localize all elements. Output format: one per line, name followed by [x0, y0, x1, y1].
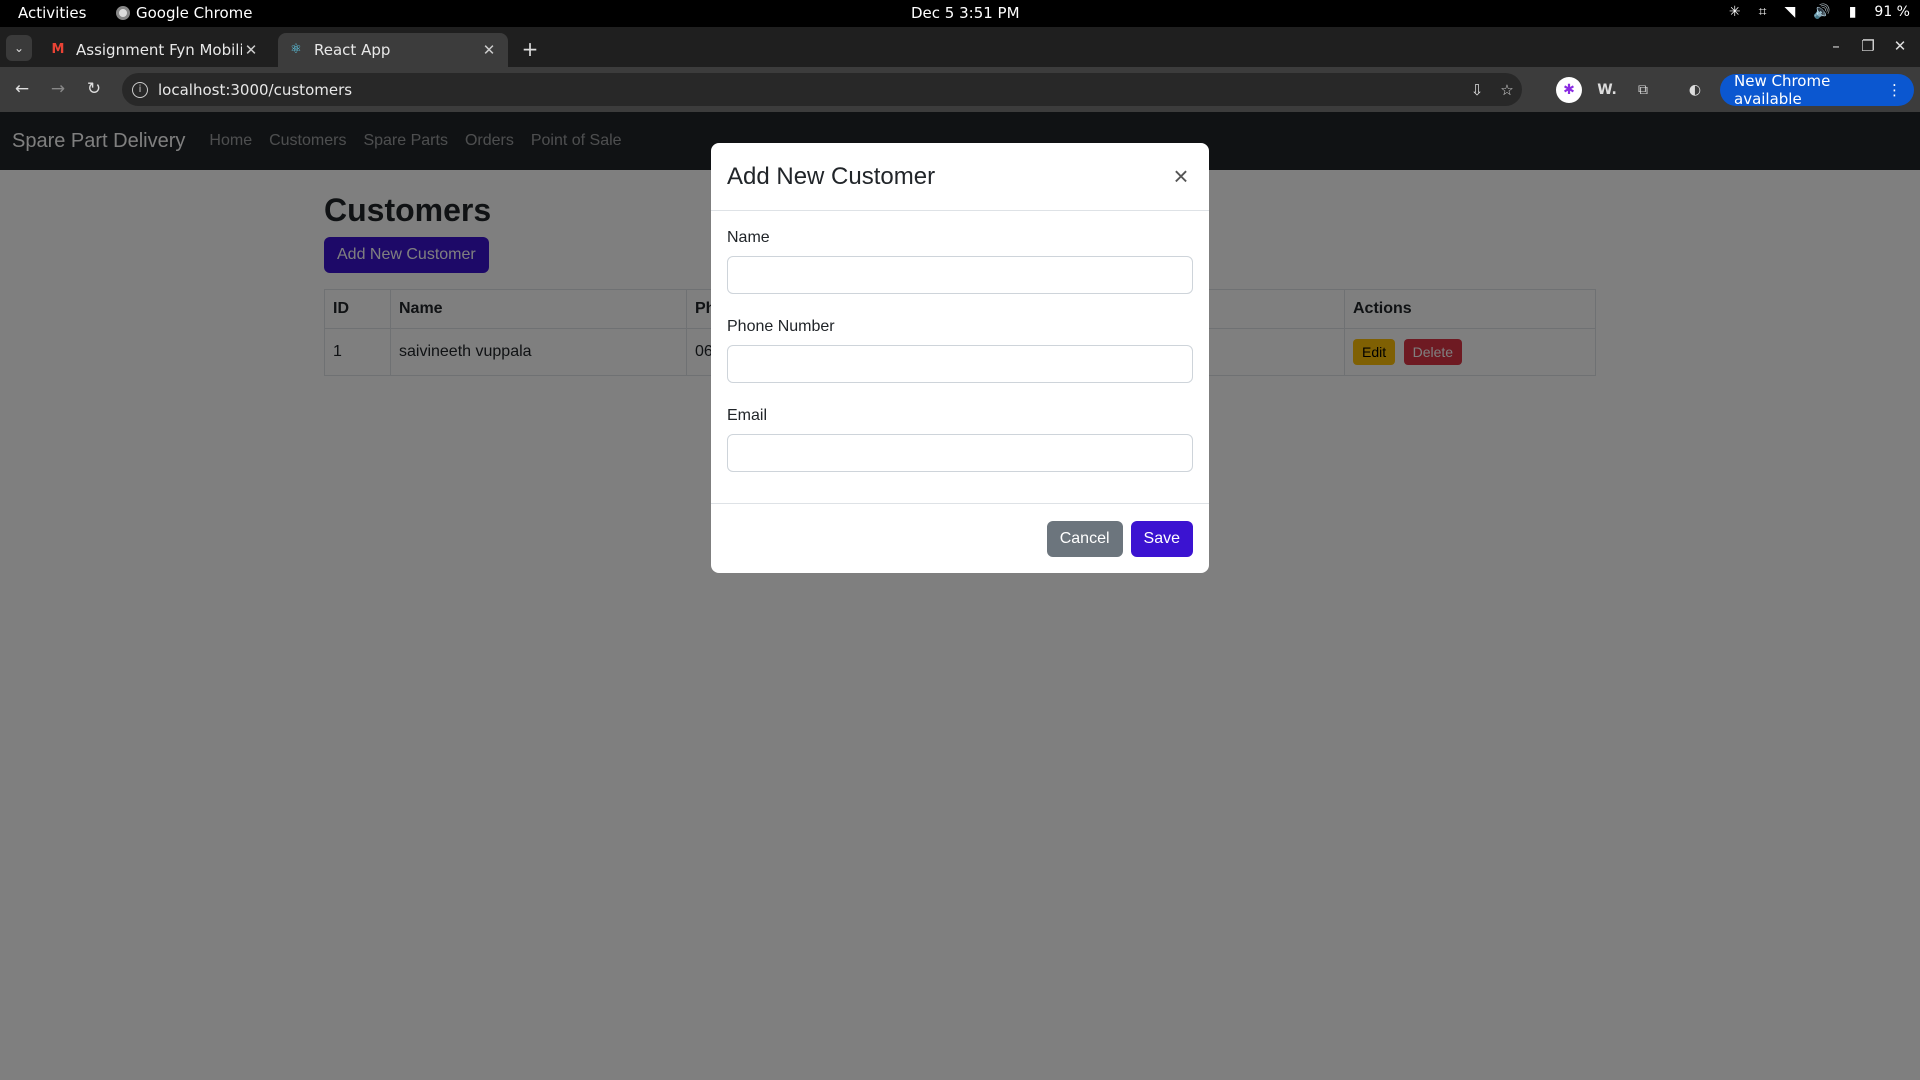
update-label: New Chrome available	[1734, 72, 1831, 108]
app-menu[interactable]: Google Chrome	[116, 4, 253, 22]
system-top-bar: Activities Google Chrome Dec 5 3:51 PM ✳…	[0, 0, 1920, 27]
site-info-icon[interactable]: i	[132, 81, 148, 98]
phone-label: Phone Number	[727, 318, 835, 335]
modal-body: Name Phone Number Email	[711, 211, 1209, 503]
close-icon[interactable]: ✕	[480, 41, 498, 59]
tab-assignment[interactable]: M Assignment Fyn Mobility ✕	[40, 33, 270, 67]
app-name: Google Chrome	[136, 4, 253, 22]
new-tab-icon[interactable]: +	[520, 37, 540, 61]
cancel-button[interactable]: Cancel	[1046, 520, 1123, 557]
extensions-puzzle-icon[interactable]: ⧉	[1630, 77, 1656, 103]
page-viewport: Spare Part Delivery Home Customers Spare…	[0, 112, 1920, 1080]
browser-toolbar: ← → ↻ i localhost:3000/customers ⇩ ☆ ✱ W…	[0, 67, 1920, 112]
tab-title: React App	[314, 41, 391, 59]
clock[interactable]: Dec 5 3:51 PM	[911, 4, 1020, 22]
tab-title: Assignment Fyn Mobility	[76, 41, 242, 59]
slack-icon[interactable]: ⌗	[1759, 4, 1767, 20]
volume-icon[interactable]: 🔊	[1813, 4, 1830, 20]
email-field[interactable]	[727, 434, 1193, 472]
add-customer-modal: Add New Customer × Name Phone Number Ema…	[711, 143, 1209, 573]
restore-icon[interactable]: ❐	[1858, 37, 1878, 55]
bookmark-star-icon[interactable]: ☆	[1492, 81, 1522, 99]
modal-header: Add New Customer ×	[711, 143, 1209, 211]
name-label: Name	[727, 229, 770, 246]
chrome-update-button[interactable]: New Chrome available ⋮	[1720, 72, 1914, 108]
close-window-icon[interactable]: ✕	[1890, 37, 1910, 55]
phone-field[interactable]	[727, 345, 1193, 383]
gmail-icon: M	[51, 42, 65, 57]
tab-react-app[interactable]: ⚛ React App ✕	[278, 33, 508, 67]
address-bar[interactable]: i localhost:3000/customers ⇩ ☆	[122, 73, 1522, 106]
name-field[interactable]	[727, 256, 1193, 294]
extension-w-icon[interactable]: W.	[1594, 77, 1620, 103]
extension-purple-icon[interactable]: ✱	[1556, 77, 1582, 103]
close-icon[interactable]: ×	[1169, 163, 1193, 189]
reload-icon[interactable]: ↻	[82, 77, 106, 101]
battery-percent: 91 %	[1874, 4, 1910, 20]
wifi-icon[interactable]: ◥	[1784, 4, 1795, 20]
email-label: Email	[727, 407, 768, 424]
tab-strip: ⌄ M Assignment Fyn Mobility ✕ ⚛ React Ap…	[0, 27, 1920, 67]
modal-footer: Cancel Save	[711, 503, 1209, 573]
chrome-icon	[116, 6, 130, 20]
react-icon: ⚛	[290, 42, 302, 57]
back-icon[interactable]: ←	[10, 77, 34, 101]
battery-icon[interactable]: ▮	[1849, 4, 1857, 20]
install-app-icon[interactable]: ⇩	[1462, 81, 1492, 99]
profile-avatar-icon[interactable]: ◐	[1682, 77, 1708, 103]
minimize-icon[interactable]: –	[1826, 37, 1846, 55]
forward-icon[interactable]: →	[46, 77, 70, 101]
modal-title: Add New Customer	[727, 162, 936, 190]
tab-search-icon[interactable]: ⌄	[6, 35, 32, 61]
network-status-icon[interactable]: ✳	[1729, 4, 1741, 20]
kebab-menu-icon: ⋮	[1887, 81, 1902, 99]
url-text[interactable]: localhost:3000/customers	[158, 81, 1462, 99]
close-icon[interactable]: ✕	[242, 41, 260, 59]
save-button[interactable]: Save	[1130, 520, 1193, 557]
activities-button[interactable]: Activities	[18, 4, 86, 22]
system-tray[interactable]: ✳ ⌗ ◥ 🔊 ▮ 91 %	[1729, 4, 1910, 20]
